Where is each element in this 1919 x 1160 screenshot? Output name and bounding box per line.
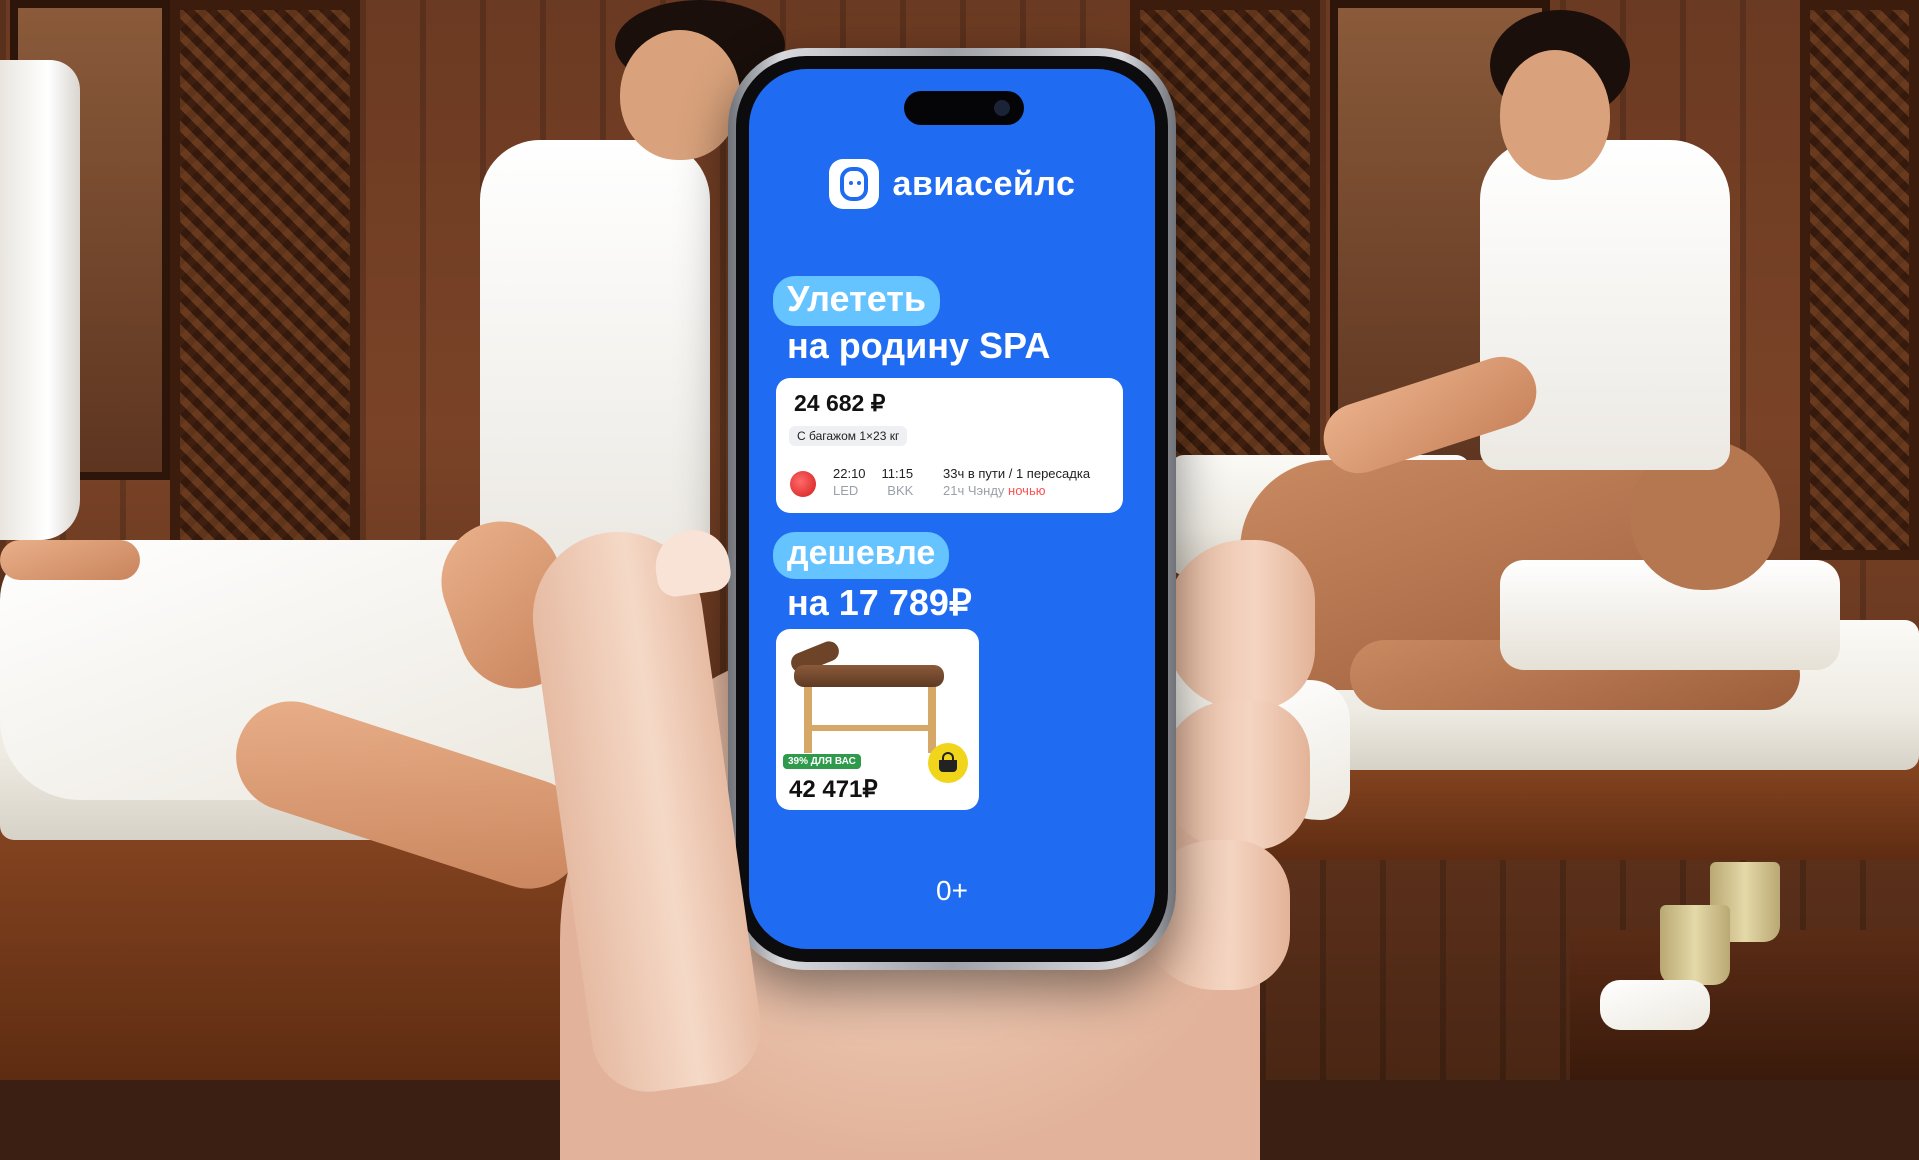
carved-panel-left (170, 0, 360, 560)
client-legs-left (0, 540, 140, 580)
baggage-badge: С багажом 1×23 кг (789, 426, 908, 446)
massage-table-top (794, 665, 944, 687)
saving-line: на 17 789₽ (787, 582, 972, 623)
basket-icon (939, 752, 957, 772)
finger-1 (1165, 540, 1315, 710)
layover-night: ночью (1008, 483, 1046, 498)
depart-time: 22:10 (833, 466, 866, 481)
smartphone: авиасейлс Улететь на родину SPA 24 682 ₽… (728, 48, 1176, 970)
layover-city: 21ч Чэнду (943, 483, 1005, 498)
saving-pill: дешевле (773, 532, 950, 579)
hanging-robe (0, 60, 80, 540)
headline-line: на родину SPA (787, 325, 1051, 366)
aviasales-logo-icon (828, 159, 879, 209)
depart-code: LED (833, 483, 859, 498)
age-rating: 0+ (936, 875, 968, 906)
phone-screen: авиасейлс Улететь на родину SPA 24 682 ₽… (749, 69, 1155, 949)
add-to-cart-button[interactable] (928, 743, 968, 783)
ticket-price: 24 682 ₽ (794, 390, 886, 416)
massage-table-legs (804, 687, 936, 753)
flight-duration: 33ч в пути / 1 пересадка (943, 466, 1091, 481)
airline-logo-icon (790, 471, 816, 497)
tea-cup-2 (1660, 905, 1730, 985)
carved-panel-right (1800, 0, 1919, 560)
discount-badge: 39% ДЛЯ ВАС (783, 754, 861, 769)
product-card[interactable]: 39% ДЛЯ ВАС 42 471₽ (776, 629, 979, 810)
airport-codes: LED BKK (833, 483, 913, 498)
brand-name: авиасейлс (892, 164, 1076, 203)
product-price: 42 471₽ (789, 776, 878, 803)
arrive-code: BKK (887, 483, 914, 498)
arrive-time: 11:15 (881, 466, 914, 481)
phone-bezel: авиасейлс Улететь на родину SPA 24 682 ₽… (736, 56, 1168, 962)
brand-header: авиасейлс (749, 159, 1155, 209)
folded-towel (1600, 980, 1710, 1030)
headline-pill: Улететь (773, 276, 941, 326)
therapist-right-face (1500, 50, 1610, 180)
ticket-card[interactable]: 24 682 ₽ С багажом 1×23 кг 22:10 11:15 L… (776, 378, 1123, 513)
finger-2 (1160, 700, 1310, 850)
therapist-left-face (620, 30, 740, 160)
therapist-left-uniform (480, 140, 710, 560)
layover-info: 21ч Чэнду ночью (943, 483, 1045, 498)
flight-times: 22:10 11:15 (833, 466, 913, 481)
dynamic-island (904, 91, 1024, 125)
logo-face-icon (839, 167, 868, 201)
